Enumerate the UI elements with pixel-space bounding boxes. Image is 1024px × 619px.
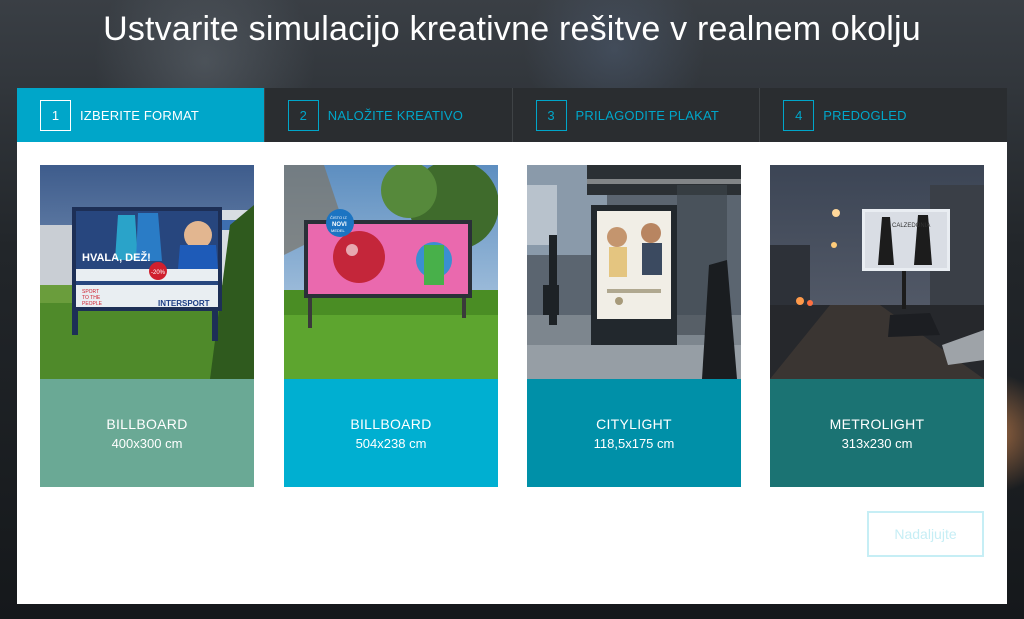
step-label: IZBERITE FORMAT	[80, 107, 200, 123]
step-tab-upload-creative[interactable]: 2 NALOŽITE KREATIVO	[265, 88, 513, 142]
step-tab-select-format[interactable]: 1 IZBERITE FORMAT	[17, 88, 265, 142]
format-card-billboard-400x300[interactable]: HVALA, DEŽ! -20% SPORT TO THE PEOPLE INT…	[40, 165, 254, 487]
step-number: 3	[535, 99, 567, 131]
ad-tagline-3: PEOPLE	[82, 301, 103, 307]
format-name: METROLIGHT	[829, 415, 925, 432]
wizard-steps: 1 IZBERITE FORMAT 2 NALOŽITE KREATIVO 3 …	[17, 88, 1007, 142]
format-name: BILLBOARD	[350, 415, 432, 432]
format-card-billboard-504x238[interactable]: ČISTO IZ NOVI MEDEL BILLBOARD 504x238 cm	[284, 165, 498, 487]
format-card-metrolight[interactable]: CALZEDONIA METROLIGHT 313x230 cm	[770, 165, 984, 487]
format-card-citylight[interactable]: CITYLIGHT 118,5x175 cm	[527, 165, 741, 487]
ad-badge-line-3: MEDEL	[331, 228, 346, 233]
format-size: 400x300 cm	[111, 435, 183, 451]
step-number: 4	[783, 99, 815, 131]
format-name: CITYLIGHT	[596, 415, 672, 432]
billboard-400x300-photo: HVALA, DEŽ! -20% SPORT TO THE PEOPLE INT…	[40, 165, 254, 379]
citylight-photo	[527, 165, 741, 379]
billboard-504x238-photo: ČISTO IZ NOVI MEDEL	[284, 165, 498, 379]
step-label: PREDOGLED	[823, 107, 907, 123]
ad-brand: CALZEDONIA	[892, 223, 930, 229]
step-label: NALOŽITE KREATIVO	[327, 107, 464, 123]
step-number: 1	[40, 99, 71, 131]
format-size: 504x238 cm	[355, 435, 427, 451]
format-name: BILLBOARD	[106, 415, 188, 432]
step-tab-preview[interactable]: 4 PREDOGLED	[760, 88, 1007, 142]
ad-headline: HVALA, DEŽ!	[82, 251, 151, 264]
format-size: 118,5x175 cm	[593, 435, 675, 451]
metrolight-photo: CALZEDONIA	[770, 165, 984, 379]
step-label: PRILAGODITE PLAKAT	[575, 107, 720, 123]
wizard-panel: 1 IZBERITE FORMAT 2 NALOŽITE KREATIVO 3 …	[17, 88, 1007, 604]
ad-badge: -20%	[151, 270, 166, 276]
next-button[interactable]: Nadaljujte	[867, 511, 984, 557]
ad-brand: INTERSPORT	[158, 299, 210, 308]
ad-badge-line-1: ČISTO IZ	[330, 215, 347, 220]
format-caption: CITYLIGHT 118,5x175 cm	[527, 379, 741, 487]
format-size: 313x230 cm	[841, 435, 913, 451]
step-number: 2	[287, 99, 319, 131]
format-caption: BILLBOARD 504x238 cm	[284, 379, 498, 487]
format-caption: METROLIGHT 313x230 cm	[770, 379, 984, 487]
page-title: Ustvarite simulacijo kreativne rešitve v…	[103, 10, 921, 48]
step-tab-adjust-poster[interactable]: 3 PRILAGODITE PLAKAT	[513, 88, 761, 142]
format-caption: BILLBOARD 400x300 cm	[40, 379, 254, 487]
